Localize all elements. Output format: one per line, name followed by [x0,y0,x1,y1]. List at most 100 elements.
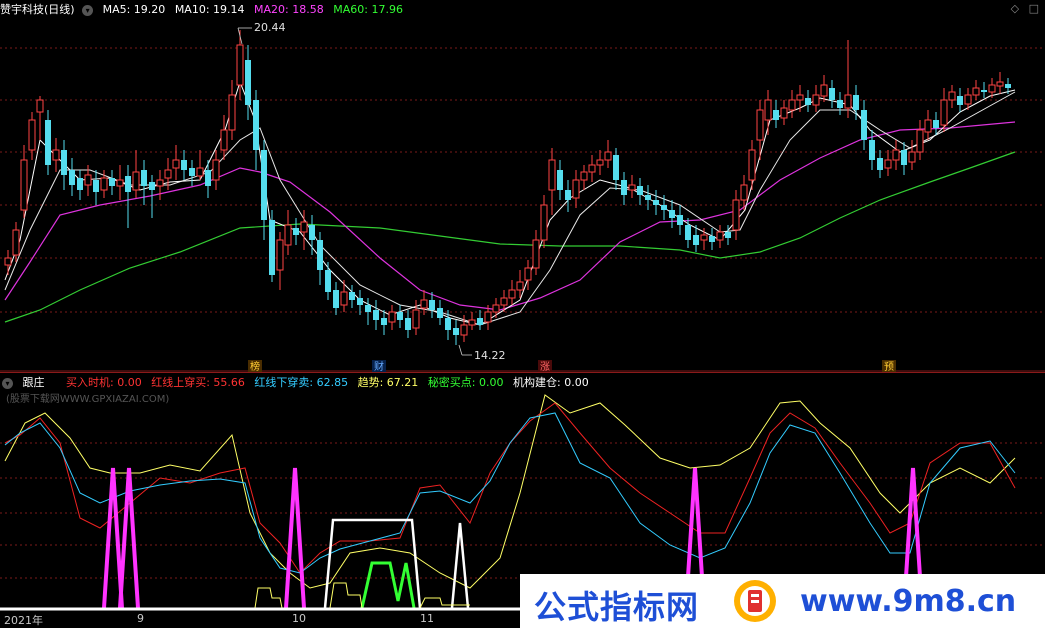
candle-body [588,164,596,173]
candle-body [381,318,387,325]
candle-body [685,225,691,240]
event-marker-bang[interactable]: 榜 [250,360,260,372]
candle-body [780,107,788,119]
candle-body [988,84,996,93]
banner-text: 公式指标网 [534,588,700,626]
candle-body [964,94,972,105]
x-axis-label: 9 [137,612,144,625]
candle-body [621,180,627,195]
candle-body [61,150,67,175]
candle-body [109,178,115,186]
candle-body [172,159,180,169]
candle-body [116,179,124,187]
x-axis-label: 11 [420,612,434,625]
candle-body [45,120,51,165]
candle-body [156,179,164,187]
candle-body [516,281,524,291]
candle-body [437,308,443,318]
high-price-label: 20.44 [254,21,286,34]
candle-body [484,311,492,323]
candle-body [700,234,708,241]
candle-body [388,311,396,323]
candle-body [52,149,60,161]
candle-body [236,44,244,86]
candle-body [164,169,172,179]
candle-body [773,110,779,120]
candle-body [317,240,323,270]
candle-body [453,328,459,335]
candle-body [293,228,299,235]
candle-body [189,168,195,176]
candle-body [628,184,636,191]
candle-body [77,178,83,190]
candle-body [309,225,315,240]
candle-body [365,305,371,312]
candle-body [468,319,476,326]
candle-body [996,81,1004,87]
candle-body [613,155,619,180]
candle-body [228,94,236,131]
candle-body [877,158,883,170]
candle-body [269,220,275,275]
candle-body [245,60,251,105]
candle-body [261,150,267,220]
candle-body [405,318,411,330]
candle-body [28,119,36,151]
candle-body [756,109,764,141]
candle-body [69,170,75,185]
candle-body [340,291,348,306]
main-candlestick-chart[interactable]: 20.44 14.22 榜 财 涨 预 [0,0,1045,372]
candle-body [4,257,12,266]
candle-body [861,110,867,140]
candle-body [805,98,811,105]
candle-body [445,318,451,330]
candle-body [276,239,284,271]
candle-body [540,204,548,241]
candle-body [812,94,820,106]
candle-body [908,151,916,163]
candle-body [532,239,540,269]
candle-body [508,289,516,299]
candle-body [732,199,740,231]
candle-body [677,215,683,225]
candle-body [981,90,987,92]
x-axis-label: 2021年 [4,614,43,627]
candle-body [333,290,339,308]
candle-body [933,120,939,128]
candle-body [420,299,428,309]
candle-body [141,170,147,186]
candle-body [572,179,580,199]
candle-body [220,129,228,151]
candle-body [349,292,355,300]
candle-body [412,309,420,329]
candle-body [205,170,211,186]
candle-body [149,182,155,190]
candle-body [829,88,835,100]
candle-body [853,95,859,110]
candle-body [916,129,924,153]
candle-body [1005,84,1011,88]
event-marker-cai[interactable]: 财 [374,360,384,372]
candle-body [837,100,843,108]
event-marker-yu[interactable]: 预 [884,361,894,372]
candle-body [661,205,667,210]
candle-body [492,304,500,313]
candle-body [709,236,715,242]
candle-body [596,159,604,166]
candle-body [477,318,483,325]
candle-body [820,84,828,97]
event-marker-zhang[interactable]: 涨 [540,361,550,372]
candle-body [373,310,379,320]
candle-body [884,159,892,169]
candle-body [565,190,571,200]
candle-body [645,195,651,200]
candle-body [669,210,675,218]
candle-body [940,99,948,126]
candle-body [844,94,852,109]
candle-body [740,184,748,201]
candle-body [429,300,435,310]
candle-body [725,232,731,238]
candle-body [181,160,187,170]
candle-body [948,91,956,101]
candle-body [12,229,20,256]
